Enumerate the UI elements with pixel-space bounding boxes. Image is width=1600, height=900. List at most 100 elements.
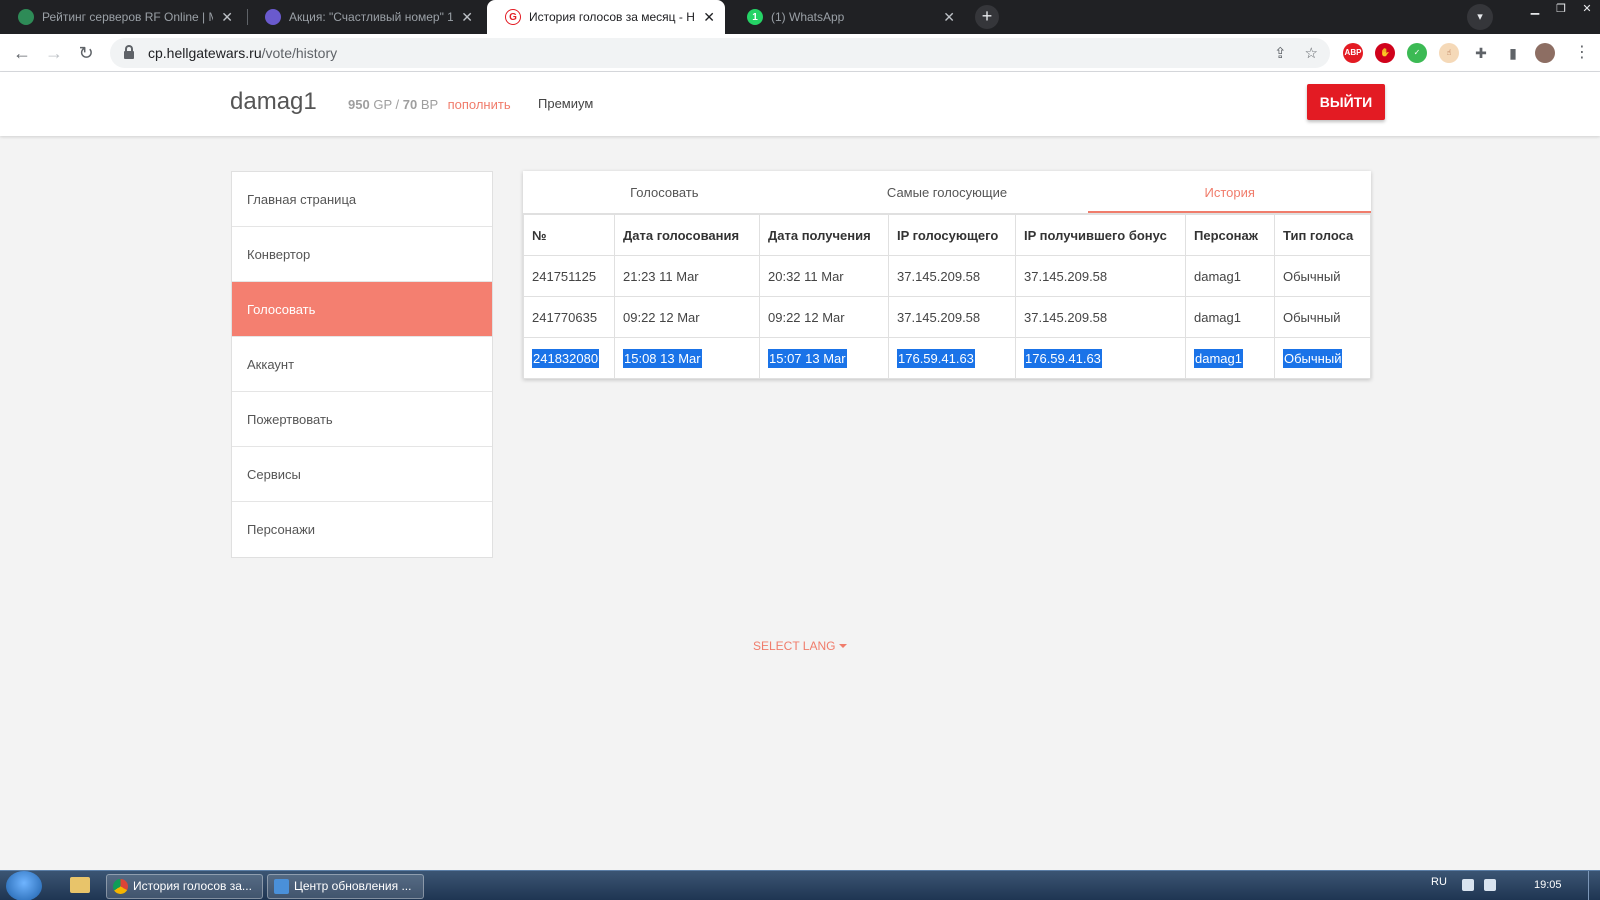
cell-character: damag1 <box>1185 255 1275 297</box>
puzzle-icon[interactable]: ✚ <box>1471 43 1491 63</box>
tab-top-voters[interactable]: Самые голосующие <box>806 171 1089 213</box>
browser-tab-whatsapp[interactable]: 1 (1) WhatsApp ✕ <box>729 0 965 34</box>
topup-link[interactable]: пополнить <box>448 97 511 112</box>
share-icon[interactable]: ⇪ <box>1274 44 1287 62</box>
browser-tab-rf-rating[interactable]: Рейтинг серверов RF Online | M ✕ <box>0 0 243 34</box>
cell-character: damag1 <box>1185 296 1275 338</box>
tab-favicon-icon: G <box>505 9 521 25</box>
table-row-selected: 241832080 15:08 13 Mar 15:07 13 Mar 176.… <box>523 337 1371 379</box>
column-header-receive-date: Дата получения <box>759 214 889 256</box>
cell-number: 241770635 <box>523 296 615 338</box>
sidebar-item-services[interactable]: Сервисы <box>232 447 492 502</box>
column-header-vote-date: Дата голосования <box>614 214 760 256</box>
select-lang-label: SELECT LANG <box>753 639 836 653</box>
file-explorer-icon[interactable] <box>70 877 90 893</box>
cell-bonus-ip: 37.145.209.58 <box>1015 255 1186 297</box>
cell-receive-date: 09:22 12 Mar <box>759 296 889 338</box>
cell-vote-type: Обычный <box>1274 337 1371 379</box>
sidebar-item-converter[interactable]: Конвертор <box>232 227 492 282</box>
close-tab-icon[interactable]: ✕ <box>703 9 715 26</box>
reload-button[interactable]: ↻ <box>72 39 100 67</box>
extensions-bar: ABP ✋ ✓ ☝ ✚ ▮ <box>1343 43 1555 63</box>
clock[interactable]: 19:05 <box>1534 879 1562 891</box>
logout-button[interactable]: ВЫЙТИ <box>1307 84 1385 120</box>
table-header-row: № Дата голосования Дата получения IP гол… <box>523 214 1371 256</box>
network-icon[interactable] <box>1462 879 1474 891</box>
close-tab-icon[interactable]: ✕ <box>943 9 955 26</box>
tab-search-button[interactable]: ▾ <box>1467 4 1493 30</box>
sidebar-item-home[interactable]: Главная страница <box>232 172 492 227</box>
site-header: damag1 950 GP / 70 BP пополнить Премиум … <box>0 72 1600 136</box>
windows-start-button[interactable] <box>6 871 42 900</box>
taskbar: История голосов за... Центр обновления .… <box>0 870 1600 900</box>
cell-voter-ip: 37.145.209.58 <box>888 255 1016 297</box>
window-controls: ▁ ❐ ✕ <box>1522 0 1600 20</box>
taskbar-item-chrome[interactable]: История голосов за... <box>106 874 263 899</box>
tab-title: История голосов за месяц - Hel <box>529 10 696 24</box>
back-button[interactable]: ← <box>8 39 36 67</box>
tab-favicon-icon <box>18 9 34 25</box>
vote-history-panel: Голосовать Самые голосующие История № Да… <box>523 171 1372 379</box>
cell-number: 241832080 <box>523 337 615 379</box>
selected-text: Обычный <box>1283 348 1343 368</box>
lock-icon[interactable] <box>124 45 134 59</box>
balance: 950 GP / 70 BP пополнить <box>348 97 511 112</box>
tab-title: Акция: "Счастливый номер" 1 п <box>289 10 454 24</box>
minimize-icon[interactable]: ▁ <box>1522 0 1548 18</box>
forward-button[interactable]: → <box>40 39 68 67</box>
language-indicator[interactable]: RU <box>1431 876 1447 888</box>
sidebar-item-characters[interactable]: Персонажи <box>232 502 492 557</box>
volume-icon[interactable] <box>1484 879 1496 891</box>
cell-voter-ip: 176.59.41.63 <box>888 337 1016 379</box>
cell-voter-ip: 37.145.209.58 <box>888 296 1016 338</box>
adblock-icon[interactable]: ✋ <box>1375 43 1395 63</box>
browser-menu-icon[interactable]: ⋮ <box>1574 42 1590 62</box>
gp-amount: 950 <box>348 97 370 112</box>
browser-tab-strip: Рейтинг серверов RF Online | M ✕ Акция: … <box>0 0 1600 34</box>
avatar[interactable] <box>1535 43 1555 63</box>
adblock-plus-icon[interactable]: ABP <box>1343 43 1363 63</box>
bookmark-star-icon[interactable]: ☆ <box>1305 44 1318 62</box>
selected-text: damag1 <box>1194 348 1243 368</box>
restore-icon[interactable]: ❐ <box>1548 0 1574 18</box>
column-header-vote-type: Тип голоса <box>1274 214 1371 256</box>
show-desktop-button[interactable] <box>1588 871 1600 900</box>
column-header-bonus-ip: IP получившего бонус <box>1015 214 1186 256</box>
sidebar-item-donate[interactable]: Пожертвовать <box>232 392 492 447</box>
tab-title: Рейтинг серверов RF Online | M <box>42 10 214 24</box>
sidebar-menu: Главная страница Конвертор Голосовать Ак… <box>231 171 493 558</box>
table-row: 241770635 09:22 12 Mar 09:22 12 Mar 37.1… <box>523 296 1371 338</box>
table-row: 241751125 21:23 11 Mar 20:32 11 Mar 37.1… <box>523 255 1371 297</box>
sidebar-item-account[interactable]: Аккаунт <box>232 337 492 392</box>
cell-receive-date: 15:07 13 Mar <box>759 337 889 379</box>
cell-bonus-ip: 37.145.209.58 <box>1015 296 1186 338</box>
bp-amount: 70 <box>402 97 418 112</box>
close-tab-icon[interactable]: ✕ <box>221 9 233 26</box>
shield-icon[interactable]: ✓ <box>1407 43 1427 63</box>
whatsapp-icon: 1 <box>747 9 763 25</box>
premium-link[interactable]: Премиум <box>538 96 593 111</box>
cell-vote-date: 09:22 12 Mar <box>614 296 760 338</box>
bp-unit: BP <box>420 97 438 112</box>
address-bar[interactable]: cp.hellgatewars.ru/vote/history ⇪ ☆ <box>110 38 1330 68</box>
windows-update-icon <box>274 879 289 894</box>
tab-history[interactable]: История <box>1088 171 1372 213</box>
extension-hand-icon[interactable]: ☝ <box>1439 43 1459 63</box>
cell-bonus-ip: 176.59.41.63 <box>1015 337 1186 379</box>
browser-tab-vote-history[interactable]: G История голосов за месяц - Hel ✕ <box>487 0 725 34</box>
browser-toolbar: ← → ↻ cp.hellgatewars.ru/vote/history ⇪ … <box>0 34 1600 72</box>
taskbar-item-label: История голосов за... <box>133 879 252 893</box>
taskbar-item-windows-update[interactable]: Центр обновления ... <box>267 874 424 899</box>
sidebar-item-vote[interactable]: Голосовать <box>232 282 492 337</box>
tab-vote[interactable]: Голосовать <box>523 171 806 213</box>
new-tab-button[interactable]: + <box>975 5 999 29</box>
side-panel-icon[interactable]: ▮ <box>1503 43 1523 63</box>
select-lang-dropdown[interactable]: SELECT LANG <box>753 639 848 653</box>
cell-vote-type: Обычный <box>1274 296 1371 338</box>
close-tab-icon[interactable]: ✕ <box>461 9 473 26</box>
browser-tab-lucky-number[interactable]: Акция: "Счастливый номер" 1 п ✕ <box>247 0 483 34</box>
selected-text: 15:07 13 Mar <box>768 348 847 368</box>
cell-character: damag1 <box>1185 337 1275 379</box>
taskbar-item-label: Центр обновления ... <box>294 879 412 893</box>
close-window-icon[interactable]: ✕ <box>1574 0 1600 18</box>
